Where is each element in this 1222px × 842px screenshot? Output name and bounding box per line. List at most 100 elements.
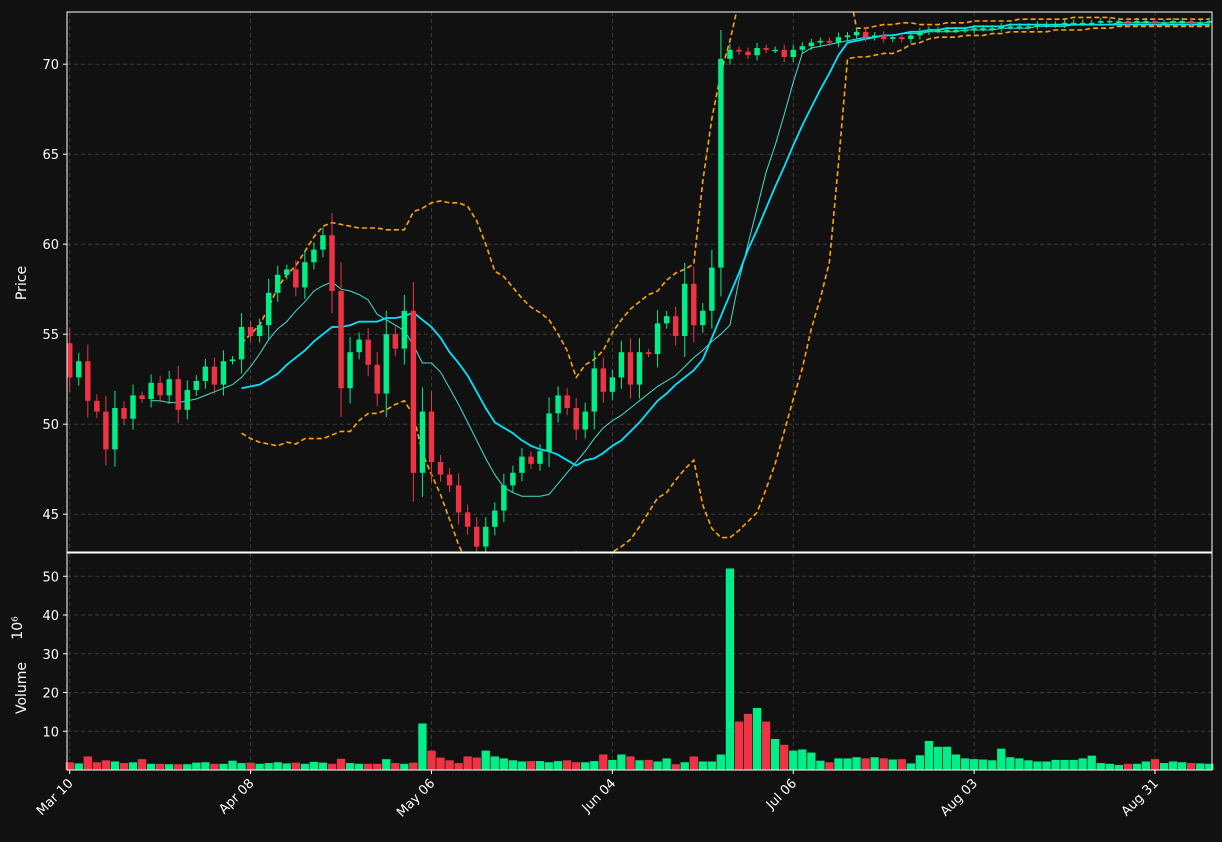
candle-body (1152, 21, 1158, 23)
candle-body (736, 49, 742, 52)
volume-bar (897, 759, 906, 770)
candle-body (899, 37, 905, 39)
volume-bar (553, 761, 563, 770)
volume-tick-label: 40 (42, 609, 59, 624)
volume-bar (1168, 761, 1178, 770)
volume-bar (581, 762, 590, 770)
volume-bar (128, 762, 138, 770)
volume-bar (165, 764, 174, 770)
volume-bar (327, 763, 337, 770)
volume-bar (228, 760, 237, 770)
candle-body (193, 381, 200, 390)
candle-body (1134, 21, 1140, 23)
candle-body (953, 30, 959, 32)
candle-body (121, 408, 127, 419)
volume-bar (861, 758, 870, 770)
volume-bar (780, 744, 789, 770)
candle-body (455, 485, 462, 513)
volume-bar (635, 760, 644, 770)
candle-body (1188, 21, 1194, 23)
volume-bar (1087, 755, 1096, 770)
volume-bar (1196, 763, 1205, 770)
candle-body (1143, 21, 1149, 23)
volume-tick-label: 30 (42, 648, 59, 663)
price-tick-label: 55 (42, 328, 59, 343)
volume-bar (119, 763, 129, 770)
volume-bar (771, 739, 780, 770)
volume-bar (300, 763, 310, 770)
candle-body (573, 408, 579, 430)
candle-body (293, 269, 299, 288)
volume-bar (336, 758, 346, 770)
candle-body (663, 316, 670, 324)
price-tick-label: 50 (42, 418, 59, 433)
volume-bar (110, 761, 120, 770)
candle-body (347, 352, 353, 389)
candle-body (139, 395, 145, 399)
volume-bar (997, 748, 1006, 770)
volume-bar (752, 708, 762, 770)
volume-bar (255, 763, 264, 770)
candle-body (691, 283, 697, 326)
volume-bar (825, 762, 834, 770)
candle-body (1098, 21, 1104, 23)
volume-bar (508, 760, 518, 770)
candle-body (1116, 21, 1122, 23)
candle-body (365, 339, 371, 365)
candle-body (265, 292, 272, 326)
candle-body (844, 35, 851, 38)
volume-bar (1123, 763, 1133, 770)
volume-bar (942, 746, 952, 770)
volume-bar (879, 758, 888, 770)
candle-body (103, 411, 109, 450)
volume-bar (1159, 763, 1169, 770)
volume-bar (345, 763, 355, 770)
candle-body (446, 474, 453, 486)
volume-bar (1051, 759, 1060, 770)
volume-bar (490, 756, 499, 770)
volume-bar (761, 721, 771, 770)
candle-body (826, 40, 833, 43)
candle-body (908, 35, 914, 39)
candle-body (998, 26, 1004, 29)
volume-bar (101, 760, 111, 770)
volume-bar (572, 762, 581, 770)
candle-body (682, 283, 688, 336)
candle-body (1079, 22, 1086, 25)
candle-body (917, 31, 923, 36)
volume-bar (137, 759, 147, 770)
candle-body (1007, 26, 1014, 28)
volume-tick-label: 50 (42, 570, 59, 585)
volume-bar (960, 758, 970, 770)
candle-body (962, 30, 968, 32)
volume-bar (689, 756, 698, 770)
volume-bar (1024, 760, 1033, 770)
price-tick-label: 45 (42, 508, 59, 523)
candlestick-chart: 455055606570 1020304050 Mar 10 Apr 08 May … (0, 0, 1222, 842)
volume-bar (373, 763, 382, 770)
volume-bar (888, 759, 897, 770)
candle-body (627, 352, 634, 385)
volume-bar (463, 756, 472, 770)
price-tick-label: 70 (42, 58, 59, 73)
volume-bar (716, 754, 726, 770)
candle-body (519, 456, 525, 473)
candle-body (817, 40, 824, 43)
volume-bar (653, 761, 662, 770)
volume-bar (454, 763, 463, 770)
candle-body (148, 382, 154, 399)
price-axis-label: Price (14, 266, 30, 300)
candle-body (799, 46, 806, 50)
volume-bar (499, 758, 508, 770)
candle-body (808, 42, 815, 47)
volume-tick-label: 20 (42, 687, 59, 702)
candle-body (754, 48, 760, 56)
volume-bar (535, 761, 545, 770)
candle-body (311, 249, 317, 263)
volume-bar (155, 763, 165, 770)
volume-bar (789, 750, 798, 770)
volume-bar (680, 762, 689, 770)
volume-bar (1132, 763, 1142, 770)
candle-body (112, 408, 118, 450)
candle-body (853, 31, 860, 36)
